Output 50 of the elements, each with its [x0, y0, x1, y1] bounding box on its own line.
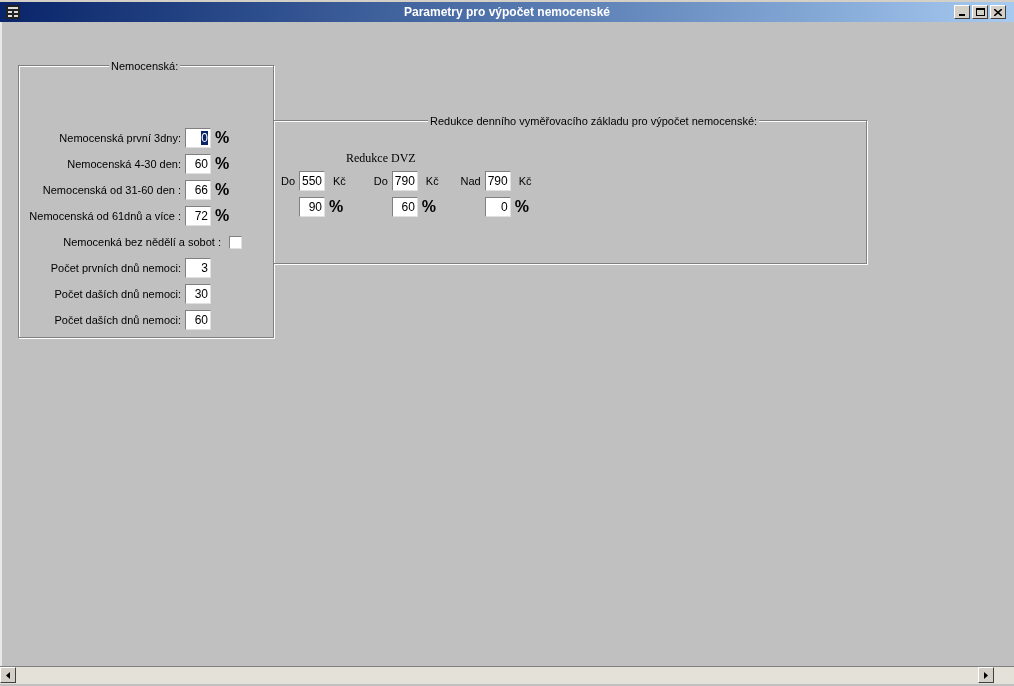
unit-label: %	[215, 154, 230, 174]
currency-label: Kč	[518, 173, 532, 189]
input-field[interactable]: 60	[185, 154, 211, 174]
field-label: Nemocenská od 61dnů a více :	[28, 208, 182, 224]
group-title: Nemocenská:	[109, 59, 181, 73]
unit-label: %	[421, 197, 437, 217]
input-field[interactable]: 30	[185, 284, 211, 304]
field-label: Počet daších dnů nemoci:	[53, 312, 182, 328]
field-label: Nemocenská první 3dny:	[58, 130, 182, 146]
menu-icon[interactable]	[6, 5, 20, 19]
input-field[interactable]: 3	[185, 258, 211, 278]
input-field[interactable]: 66	[185, 180, 211, 200]
window-title: Parametry pro výpočet nemocenské	[402, 4, 612, 21]
unit-label: %	[215, 180, 230, 200]
minimize-icon	[959, 14, 965, 16]
input-field[interactable]: 790	[484, 171, 511, 191]
input-field[interactable]: 0	[185, 128, 211, 148]
currency-label: Kč	[333, 173, 346, 189]
bracket-label: Nad	[459, 173, 482, 189]
bracket-label: Do	[279, 173, 296, 189]
currency-label: Kč	[425, 173, 439, 189]
unit-label: %	[215, 206, 230, 226]
input-field[interactable]: 0	[484, 197, 511, 217]
scroll-right-button[interactable]	[978, 667, 994, 683]
field-label: Počet daších dnů nemoci:	[53, 286, 182, 302]
maximize-icon	[975, 8, 985, 16]
input-field[interactable]: 90	[299, 197, 325, 217]
group-title: Redukce denního vyměřovacího základu pro výpočet nemocenské:	[428, 114, 760, 128]
scroll-left-button[interactable]	[0, 667, 16, 683]
field-label: Nemocenká bez nědělí a sobot :	[62, 234, 222, 250]
field-label: Nemocenská od 31-60 den :	[41, 182, 182, 198]
left-arrow-icon	[6, 671, 10, 679]
input-field[interactable]: 550	[299, 171, 325, 191]
input-field[interactable]: 60	[185, 310, 211, 330]
input-field[interactable]: 60	[391, 197, 418, 217]
input-field[interactable]: 72	[185, 206, 211, 226]
field-label: Počet prvních dnů nemoci:	[49, 260, 182, 276]
close-button[interactable]	[990, 5, 1006, 19]
close-icon	[994, 8, 1002, 16]
maximize-button[interactable]	[972, 5, 988, 19]
group-subtitle: Redukce DVZ	[346, 150, 416, 167]
right-arrow-icon	[984, 671, 988, 679]
unit-label: %	[215, 128, 230, 148]
field-label: Nemocenská 4-30 den:	[66, 156, 182, 172]
input-field[interactable]: 790	[391, 171, 418, 191]
minimize-button[interactable]	[954, 5, 970, 19]
unit-label: %	[514, 197, 529, 217]
bracket-label: Do	[372, 173, 389, 189]
unit-label: %	[329, 197, 344, 217]
checkbox[interactable]	[229, 235, 242, 249]
